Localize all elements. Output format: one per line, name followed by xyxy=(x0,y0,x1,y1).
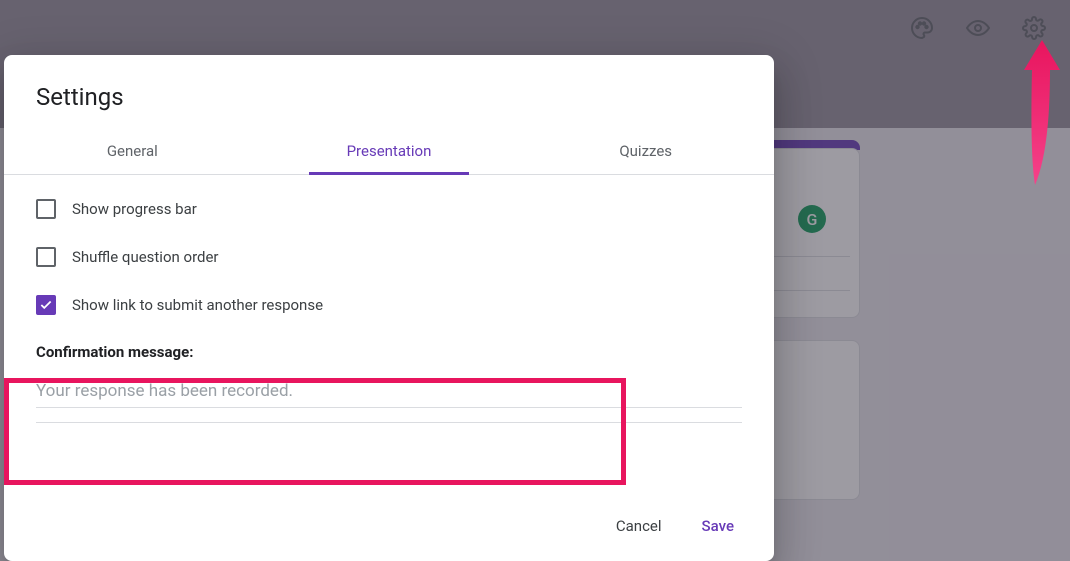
tabs: General Presentation Quizzes xyxy=(4,127,774,175)
tab-presentation[interactable]: Presentation xyxy=(261,127,518,174)
tab-quizzes[interactable]: Quizzes xyxy=(517,127,774,174)
dialog-title: Settings xyxy=(4,55,774,127)
tab-general[interactable]: General xyxy=(4,127,261,174)
settings-dialog: Settings General Presentation Quizzes Sh… xyxy=(4,55,774,561)
option-shuffle-question-order: Shuffle question order xyxy=(36,247,742,267)
option-submit-another-response: Show link to submit another response xyxy=(36,295,742,315)
option-show-progress-bar: Show progress bar xyxy=(36,199,742,219)
checkbox-show-progress-bar[interactable] xyxy=(36,199,56,219)
dialog-actions: Cancel Save xyxy=(4,491,774,561)
confirmation-message-input[interactable] xyxy=(36,375,742,408)
checkbox-label: Show link to submit another response xyxy=(72,296,323,314)
checkbox-submit-another-response[interactable] xyxy=(36,295,56,315)
dialog-body: Show progress bar Shuffle question order… xyxy=(4,175,774,491)
checkbox-label: Shuffle question order xyxy=(72,248,219,266)
divider xyxy=(36,422,742,423)
checkbox-shuffle-question-order[interactable] xyxy=(36,247,56,267)
checkbox-label: Show progress bar xyxy=(72,200,197,218)
cancel-button[interactable]: Cancel xyxy=(600,509,678,543)
save-button[interactable]: Save xyxy=(686,509,750,543)
confirmation-message-label: Confirmation message: xyxy=(36,343,742,361)
